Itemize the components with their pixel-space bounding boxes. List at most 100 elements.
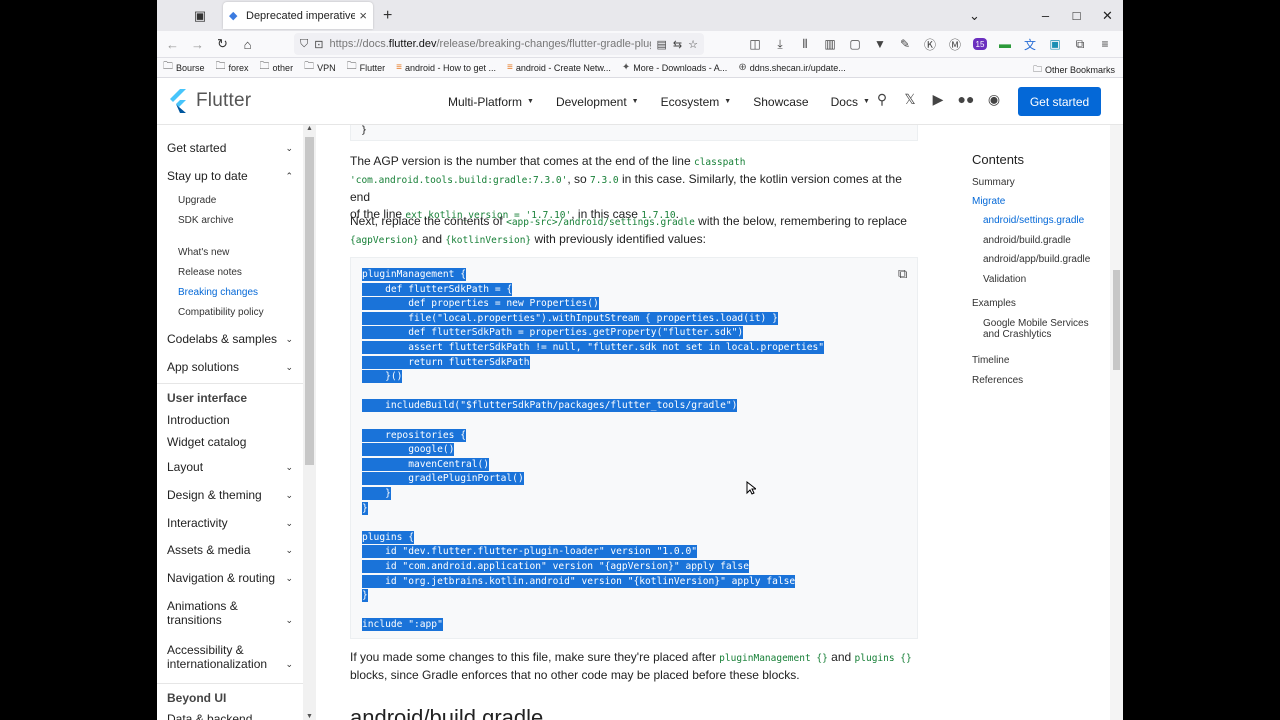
sidebar-sub-sdk-archive[interactable]: SDK archive [178,215,234,226]
back-icon[interactable]: ← [160,37,185,52]
scroll-up-icon[interactable]: ▲ [306,125,313,132]
sidebar-item-widget-catalog[interactable]: Widget catalog [167,435,293,449]
nav-ecosystem[interactable]: Ecosystem ▼ [661,95,732,109]
toc-item-summary[interactable]: Summary [972,177,1015,188]
get-started-button[interactable]: Get started [1018,87,1101,116]
toc-item-app-build-gradle[interactable]: android/app/build.gradle [983,254,1090,265]
nav-multi-platform[interactable]: Multi-Platform ▼ [448,95,534,109]
bookmark-link[interactable]: ≡ android - Create Netw... [507,62,611,73]
sidebar-item-accessibility[interactable]: Accessibility & internationalization ⌄ [167,643,293,671]
download-icon[interactable]: ⤓ [770,34,790,54]
medium-icon[interactable]: ●● [957,90,975,108]
bookmark-folder[interactable]: 🗀 forex [216,59,249,76]
url-bar[interactable]: ⛉ ⊡ https://docs.flutter.dev/release/bre… [294,33,704,55]
home-icon[interactable]: ⌂ [235,37,260,52]
maximize-icon[interactable]: □ [1061,8,1092,23]
sidebar-item-get-started[interactable]: Get started ⌄ [167,141,293,155]
flutter-logo[interactable]: Flutter [168,89,251,113]
sidebar-item-navigation-routing[interactable]: Navigation & routing ⌄ [167,571,293,585]
close-window-icon[interactable]: ✕ [1092,8,1123,24]
nav-showcase[interactable]: Showcase [753,95,808,109]
reload-icon[interactable]: ↻ [210,36,235,52]
search-icon[interactable]: ⚲ [873,90,891,108]
close-tab-icon[interactable]: × [359,8,367,23]
code-line: mavenCentral() [362,457,490,471]
youtube-icon[interactable]: ▶ [929,90,947,108]
chevron-down-icon[interactable]: ⌄ [959,8,990,24]
extension-m-icon[interactable]: Ⓜ [945,34,965,54]
sidebar-item-app-solutions[interactable]: App solutions ⌄ [167,360,293,374]
sidebar-item-label: Layout [167,460,204,474]
other-bookmarks[interactable]: 🗀 Other Bookmarks [1033,62,1115,78]
extension-filter-icon[interactable]: ▼ [870,34,890,54]
sidebar-item-interactivity[interactable]: Interactivity ⌄ [167,516,293,530]
github-icon[interactable]: ◉ [985,90,1003,108]
new-tab-icon[interactable]: + [383,7,392,25]
sidebar-sub-upgrade[interactable]: Upgrade [178,195,216,206]
settings-gradle-code-block[interactable]: ⧉ pluginManagement { def flutterSdkPath … [350,257,918,639]
sidebar-item-stay-up-to-date[interactable]: Stay up to date ⌃ [167,169,293,183]
sidebar-item-design-theming[interactable]: Design & theming ⌄ [167,488,293,502]
sidebar-item-data-backend[interactable]: Data & backend [167,712,293,720]
translate-icon[interactable]: ⇆ [673,38,682,51]
extension-grey-icon[interactable]: ▢ [845,34,865,54]
sidebar-sub-release-notes[interactable]: Release notes [178,267,242,278]
bookmark-link[interactable]: ✦ More - Downloads - A... [622,62,727,73]
toc-item-migrate[interactable]: Migrate [972,196,1005,207]
sidebar-sub-breaking-changes[interactable]: Breaking changes [178,287,258,298]
menu-icon[interactable]: ≡ [1095,34,1115,54]
bookmark-star-icon[interactable]: ☆ [688,38,698,51]
sidebar-icon[interactable]: ▥ [820,34,840,54]
bookmark-folder[interactable]: 🗀 VPN [304,59,336,76]
reader-view-icon[interactable]: ▤ [657,38,667,51]
copy-icon[interactable]: ⧉ [898,266,912,281]
toc-item-gms[interactable]: Google Mobile Services and Crashlytics [983,318,1089,340]
toc-item-examples[interactable]: Examples [972,298,1016,309]
bookmark-folder[interactable]: 🗀 Flutter [347,59,386,76]
nav-docs[interactable]: Docs ▼ [831,95,870,109]
sidebar-scrollbar[interactable]: ▲ ▼ [303,125,316,720]
x-twitter-icon[interactable]: 𝕏 [901,90,919,108]
bookmark-folder[interactable]: 🗀 other [260,59,294,76]
shield-icon[interactable]: ⛉ [300,38,308,51]
extensions-puzzle-icon[interactable]: ⧉ [1070,34,1090,54]
eyedropper-icon[interactable]: ✎ [895,34,915,54]
extension-badge-icon[interactable]: 15 [970,34,990,54]
extension-translate-icon[interactable]: 文 [1020,34,1040,54]
page-scroll-thumb[interactable] [1113,270,1120,370]
toc-item-build-gradle[interactable]: android/build.gradle [983,235,1071,246]
active-tab[interactable]: ◆ Deprecated imperative apply of... × [223,2,373,29]
bookmark-label: VPN [317,62,336,73]
bookmark-link[interactable]: ⊕ ddns.shecan.ir/update... [738,62,845,73]
extension-screenshot-icon[interactable]: ▣ [1045,34,1065,54]
sidebar-scroll-thumb[interactable] [305,137,314,465]
page-scrollbar[interactable] [1110,125,1123,720]
toc-item-settings-gradle[interactable]: android/settings.gradle [983,215,1084,226]
toc-item-validation[interactable]: Validation [983,274,1026,285]
nav-development[interactable]: Development ▼ [556,95,639,109]
sidebar-item-assets-media[interactable]: Assets & media ⌄ [167,543,293,557]
scroll-down-icon[interactable]: ▼ [306,713,313,720]
lock-icon[interactable]: ⊡ [314,38,323,51]
tab-list-icon[interactable]: ▣ [187,5,213,27]
sidebar-sub-whats-new[interactable]: What's new [178,247,229,258]
sidebar-item-animations[interactable]: Animations & transitions ⌄ [167,599,293,627]
sidebar-sub-compatibility-policy[interactable]: Compatibility policy [178,307,264,318]
minimize-icon[interactable]: – [1030,8,1061,23]
bookmark-link[interactable]: ≡ android - How to get ... [396,62,496,73]
caret-down-icon: ▼ [724,98,732,105]
extension-green-icon[interactable]: ▬ [995,34,1015,54]
forward-icon[interactable]: → [185,37,210,52]
toc-item-timeline[interactable]: Timeline [972,355,1009,366]
code-line: } [362,487,391,500]
extension-badge-count: 15 [973,38,987,50]
bookmark-label: More - Downloads - A... [633,62,728,73]
bookmark-folder[interactable]: 🗀 Bourse [163,59,205,76]
pocket-icon[interactable]: ◫ [745,34,765,54]
sidebar-item-introduction[interactable]: Introduction [167,413,293,427]
extension-k-icon[interactable]: Ⓚ [920,34,940,54]
sidebar-item-codelabs[interactable]: Codelabs & samples ⌄ [167,332,293,346]
sidebar-item-layout[interactable]: Layout ⌄ [167,460,293,474]
library-icon[interactable]: ⫴ [795,34,815,54]
toc-item-references[interactable]: References [972,375,1023,386]
